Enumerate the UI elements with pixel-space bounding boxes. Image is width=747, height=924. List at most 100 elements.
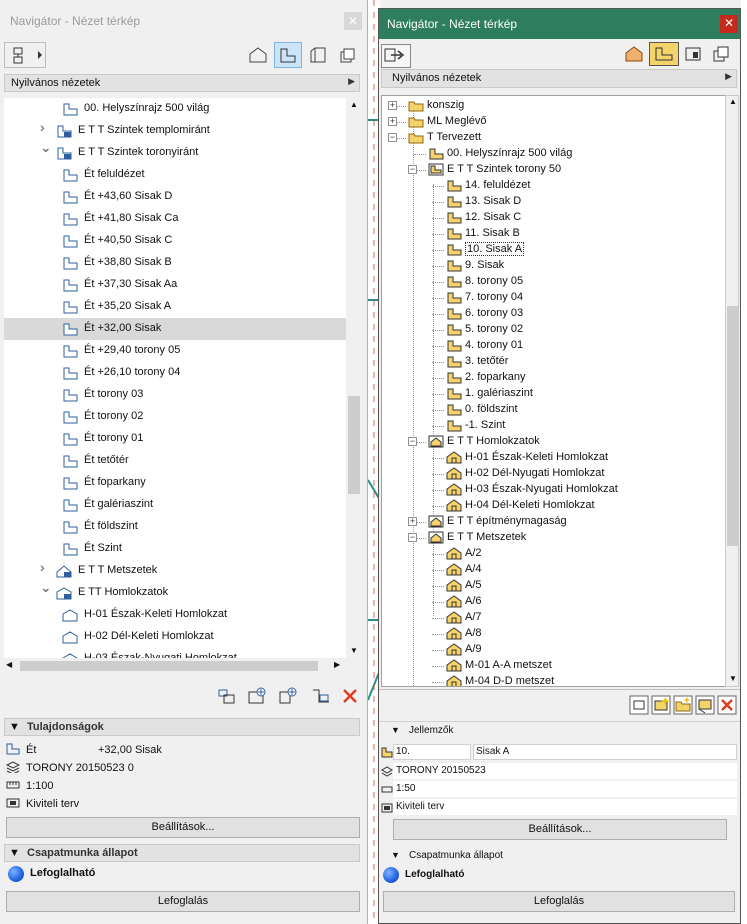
right-tree-row[interactable]: 00. Helyszínrajz 500 világ [382, 146, 725, 162]
collapse-icon[interactable]: − [408, 533, 417, 542]
left-tree-row[interactable]: Ét +26,10 torony 04 [4, 362, 348, 384]
right-tree-row[interactable]: A/8 [382, 626, 725, 642]
right-tree-row[interactable]: 11. Sisak B [382, 226, 725, 242]
delete-icon[interactable] [340, 686, 362, 706]
scroll-down-icon[interactable]: ▼ [729, 674, 737, 683]
scroll-up-icon[interactable]: ▲ [350, 100, 358, 109]
right-tree-row[interactable]: 2. foparkany [382, 370, 725, 386]
right-prop-name-field[interactable]: Sisak A [473, 744, 737, 760]
left-tree-row[interactable]: 00. Helyszínrajz 500 világ [4, 98, 348, 120]
left-tree-row[interactable]: Ét +29,40 torony 05 [4, 340, 348, 362]
left-publisher-menu-button[interactable] [4, 42, 46, 68]
left-tree-row[interactable]: Ét Szint [4, 538, 348, 560]
right-tree-row[interactable]: 4. torony 01 [382, 338, 725, 354]
right-teamwork-header[interactable]: ▼ Csapatmunka állapot [379, 847, 740, 865]
view-settings-icon[interactable] [310, 686, 332, 706]
left-tree-row[interactable]: Ét +37,30 Sisak Aa [4, 274, 348, 296]
left-tree-row[interactable]: H-02 Dél-Keleti Homlokzat [4, 626, 348, 648]
new-clone-folder-icon[interactable] [216, 686, 238, 706]
expand-icon[interactable]: + [408, 517, 417, 526]
left-tree-vertical-scrollbar[interactable]: ▲ ▼ [346, 98, 362, 658]
left-tree-row[interactable]: ⌄ E T T Szintek toronyiránt [4, 140, 348, 164]
right-tree-row[interactable]: 10. Sisak A [382, 242, 725, 258]
right-tree-row[interactable]: A/4 [382, 562, 725, 578]
right-tree-row[interactable]: + konszig [382, 98, 725, 114]
left-tree-row[interactable]: ⌄ E TT Homlokzatok [4, 580, 348, 604]
right-tree-row[interactable]: + E T T építménymagaság [382, 514, 725, 530]
left-tree-row[interactable]: Ét torony 01 [4, 428, 348, 450]
left-properties-header[interactable]: ▼ Tulajdonságok [4, 718, 360, 736]
scroll-down-icon[interactable]: ▼ [350, 646, 358, 655]
left-settings-button[interactable]: Beállítások... [6, 817, 360, 838]
right-tree-row[interactable]: − T Tervezett [382, 130, 725, 146]
left-tree-row[interactable]: H-03 Észak-Nyugati Homlokzat [4, 648, 348, 658]
left-reserve-button[interactable]: Lefoglalás [6, 891, 360, 912]
right-tree-row[interactable]: H-01 Észak-Keleti Homlokzat [382, 450, 725, 466]
right-tree-scroll-thumb[interactable] [727, 306, 738, 546]
left-tree-row[interactable]: Ét galériaszint [4, 494, 348, 516]
right-tree-row[interactable]: A/9 [382, 642, 725, 658]
scroll-up-icon[interactable]: ▲ [729, 97, 737, 106]
left-tree-row[interactable]: › E T T Metszetek [4, 560, 348, 582]
view-map-tab[interactable] [274, 42, 302, 68]
left-tree-row[interactable]: Ét tetőtér [4, 450, 348, 472]
right-publisher-menu-button[interactable] [381, 44, 411, 68]
left-tree-row[interactable]: Ét +41,80 Sisak Ca [4, 208, 348, 230]
right-layout-book-tab[interactable] [681, 42, 707, 66]
right-tree-row[interactable]: − E T T Szintek torony 50 [382, 162, 725, 178]
collapse-icon[interactable]: − [388, 133, 397, 142]
chevron-down-icon[interactable]: ⌄ [40, 580, 52, 594]
left-tree-row[interactable]: Ét földszint [4, 516, 348, 538]
right-tree-row[interactable]: A/5 [382, 578, 725, 594]
right-tree-row[interactable]: 6. torony 03 [382, 306, 725, 322]
right-public-views-header[interactable]: Nyilvános nézetek ▶ [381, 69, 737, 88]
save-view-icon[interactable] [246, 686, 268, 706]
save-view-icon[interactable] [651, 695, 671, 715]
right-tree-row[interactable]: 0. földszint [382, 402, 725, 418]
right-tree-row[interactable]: -1. Szint [382, 418, 725, 434]
right-settings-button[interactable]: Beállítások... [393, 819, 727, 840]
right-view-map-tab[interactable] [649, 42, 679, 66]
left-tree-hscroll-thumb[interactable] [20, 661, 318, 671]
right-tree-row[interactable]: 14. feluldézet [382, 178, 725, 194]
left-tree-row[interactable]: › E T T Szintek templomiránt [4, 120, 348, 142]
right-tree-row[interactable]: 7. torony 04 [382, 290, 725, 306]
left-tree-row[interactable]: Ét torony 03 [4, 384, 348, 406]
right-tree-row[interactable]: 12. Sisak C [382, 210, 725, 226]
right-tree-vertical-scrollbar[interactable]: ▲ ▼ [725, 95, 739, 687]
right-properties-header[interactable]: ▼ Jellemzők [379, 721, 740, 739]
right-close-icon[interactable]: ✕ [720, 15, 738, 33]
right-title-bar[interactable]: Navigátor - Nézet térkép ✕ [379, 9, 740, 39]
left-title-bar[interactable]: Navigátor - Nézet térkép ✕ [0, 8, 367, 34]
right-reserve-button[interactable]: Lefoglalás [383, 891, 735, 912]
right-tree-row[interactable]: 3. tetőtér [382, 354, 725, 370]
right-tree-row[interactable]: H-02 Dél-Nyugati Homlokzat [382, 466, 725, 482]
right-publisher-sets-tab[interactable] [709, 42, 735, 66]
left-tree-row[interactable]: Ét torony 02 [4, 406, 348, 428]
new-view-icon[interactable] [278, 686, 300, 706]
left-tree-row[interactable]: Ét +40,50 Sisak C [4, 230, 348, 252]
left-tree-row[interactable]: Ét +43,60 Sisak D [4, 186, 348, 208]
left-tree-row[interactable]: Ét +32,00 Sisak [4, 318, 348, 340]
layout-book-tab[interactable] [304, 42, 332, 68]
chevron-right-icon[interactable]: › [40, 120, 50, 134]
scroll-right-icon[interactable]: ▶ [334, 660, 340, 669]
right-tree-row[interactable]: 9. Sisak [382, 258, 725, 274]
expand-icon[interactable]: + [388, 117, 397, 126]
left-tree-horizontal-scrollbar[interactable]: ◀ ▶ [4, 658, 346, 674]
right-tree-row[interactable]: M-04 D-D metszet [382, 674, 725, 686]
left-close-icon[interactable]: ✕ [344, 12, 362, 30]
left-public-views-header[interactable]: Nyilvános nézetek ▶ [4, 74, 360, 92]
right-tree-row[interactable]: + ML Meglévő [382, 114, 725, 130]
new-folder-icon[interactable] [673, 695, 693, 715]
left-tree-row[interactable]: Ét foparkany [4, 472, 348, 494]
view-settings-icon[interactable] [695, 695, 715, 715]
collapse-icon[interactable]: − [408, 437, 417, 446]
delete-icon[interactable] [717, 695, 737, 715]
right-tree-row[interactable]: − E T T Metszetek [382, 530, 725, 546]
expand-icon[interactable]: + [388, 101, 397, 110]
chevron-down-icon[interactable]: ⌄ [40, 140, 52, 154]
right-tree-row[interactable]: 5. torony 02 [382, 322, 725, 338]
left-tree-row[interactable]: Ét feluldézet [4, 164, 348, 186]
right-prop-id-field[interactable]: 10. [393, 744, 471, 760]
